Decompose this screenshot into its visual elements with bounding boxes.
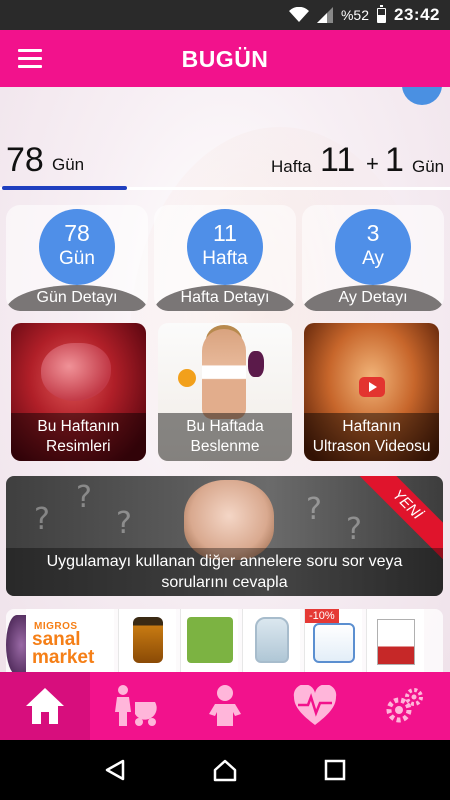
tile-caption-line: Bu Haftada (186, 418, 264, 435)
banner-caption: Uygulamayı kullanan diğer annelere soru … (6, 548, 443, 596)
ad-products: -10% (118, 609, 438, 672)
extra-days-value: 1 (385, 141, 404, 179)
extra-days-unit: Gün (412, 157, 445, 176)
grapes-image (247, 351, 264, 377)
question-mark-decoration: ? (34, 502, 50, 537)
battery-percent: %52 (340, 7, 370, 23)
ad-fruit-image (6, 615, 28, 672)
week-detail-button[interactable]: Hafta Detayı (154, 285, 296, 311)
container-image (255, 617, 289, 663)
ad-logo: MIGROS sanal market (26, 609, 114, 672)
home-button[interactable] (205, 750, 245, 790)
main-content[interactable]: 78 Gün Hafta 11 + 1 Gün 78 Gün Gün Detay… (0, 87, 450, 672)
home-circle-icon (213, 759, 237, 782)
stat-circle: 11 Hafta (187, 209, 263, 285)
app-bar: BUGÜN (0, 30, 450, 87)
page-title: BUGÜN (181, 46, 269, 72)
food-tub-image (313, 623, 355, 663)
stat-card-months[interactable]: 3 Ay Ay Detayı (302, 205, 444, 311)
banner-caption-line: Uygulamayı kullanan diğer annelere soru … (46, 553, 403, 570)
tile-caption: Bu Haftanın Resimleri (11, 413, 146, 461)
stat-circle: 3 Ay (335, 209, 411, 285)
pregnancy-counter: 78 Gün Hafta 11 + 1 Gün (0, 137, 450, 182)
battery-icon (377, 4, 387, 23)
progress-bar (2, 186, 127, 190)
discount-tag: -10% (305, 609, 339, 623)
back-button[interactable] (95, 750, 135, 790)
mother-stroller-icon (115, 685, 157, 726)
ad-brand-name: sanal market (32, 630, 95, 668)
stat-cards: 78 Gün Gün Detayı 11 Hafta Hafta Detayı … (6, 205, 444, 311)
nav-health[interactable] (270, 672, 360, 740)
nav-home[interactable] (0, 672, 90, 740)
nav-baby[interactable] (180, 672, 270, 740)
stat-circle: 78 Gün (39, 209, 115, 285)
plus-sign: + (366, 151, 379, 176)
ad-brand-line: market (32, 647, 95, 668)
ad-product[interactable] (242, 609, 300, 672)
feature-tiles: Bu Haftanın Resimleri Bu Haftada Beslenm… (11, 323, 440, 461)
tile-caption-line: Resimleri (46, 438, 111, 455)
week-label: Hafta (271, 157, 312, 176)
stat-value: 78 (64, 220, 90, 246)
ad-product[interactable]: -10% (304, 609, 362, 672)
tile-caption-line: Haftanın (342, 418, 401, 435)
banner-caption-line: sorularını cevapla (161, 574, 288, 591)
month-detail-button[interactable]: Ay Detayı (302, 285, 444, 311)
status-bar: %52 23:42 (0, 0, 450, 30)
bottom-navigation (0, 672, 450, 740)
tile-caption-line: Ultrason Videosu (312, 438, 431, 455)
stat-value: 3 (366, 220, 380, 246)
days-value: 78 (6, 141, 44, 179)
gears-icon (386, 688, 423, 723)
heart-pulse-icon (293, 685, 337, 725)
tile-weekly-images[interactable]: Bu Haftanın Resimleri (11, 323, 146, 461)
home-icon (26, 688, 64, 724)
tile-caption-line: Bu Haftanın (37, 418, 120, 435)
question-mark-decoration: ? (116, 506, 132, 541)
question-mark-decoration: ? (306, 492, 322, 527)
question-mark-decoration: ? (76, 480, 92, 515)
tile-ultrasound-video[interactable]: Haftanın Ultrason Videosu (304, 323, 440, 461)
week-value: 11 (320, 141, 356, 179)
tile-nutrition[interactable]: Bu Haftada Beslenme (157, 323, 293, 461)
nav-settings[interactable] (360, 672, 450, 740)
back-icon (105, 759, 125, 781)
stat-value: 11 (213, 220, 237, 246)
garden-furniture-image (187, 617, 233, 663)
woman-image-body (201, 329, 246, 419)
ad-product[interactable] (366, 609, 424, 672)
ad-banner[interactable]: MIGROS sanal market -10% (6, 609, 443, 672)
honey-jar-image (133, 617, 163, 663)
system-navigation (0, 740, 450, 800)
recents-icon (324, 759, 346, 781)
question-mark-decoration: ? (346, 512, 362, 547)
wifi-icon (288, 7, 309, 22)
stat-unit: Gün (59, 248, 95, 269)
ad-product[interactable] (180, 609, 238, 672)
nav-mother[interactable] (90, 672, 180, 740)
question-banner[interactable]: ? ? ? ? ? YENİ Uygulamayı kullanan diğer… (6, 476, 443, 596)
clock: 23:42 (394, 5, 440, 24)
stat-card-days[interactable]: 78 Gün Gün Detayı (6, 205, 148, 311)
pepper-image (177, 369, 196, 387)
fetus-image (41, 343, 111, 401)
product-box-image (377, 619, 415, 665)
tile-caption-line: Beslenme (190, 438, 260, 455)
stat-unit: Hafta (202, 248, 248, 269)
status-icons: %52 23:42 (288, 0, 440, 30)
tile-caption: Bu Haftada Beslenme (157, 413, 293, 461)
floating-action-button[interactable] (402, 87, 442, 105)
play-icon[interactable] (358, 377, 385, 397)
baby-icon (209, 685, 241, 726)
stat-card-weeks[interactable]: 11 Hafta Hafta Detayı (154, 205, 296, 311)
recents-button[interactable] (315, 750, 355, 790)
days-unit: Gün (52, 155, 85, 174)
stat-unit: Ay (362, 248, 384, 269)
day-detail-button[interactable]: Gün Detayı (6, 285, 148, 311)
signal-icon (316, 7, 333, 23)
ad-product[interactable] (118, 609, 176, 672)
tile-caption: Haftanın Ultrason Videosu (304, 413, 440, 461)
